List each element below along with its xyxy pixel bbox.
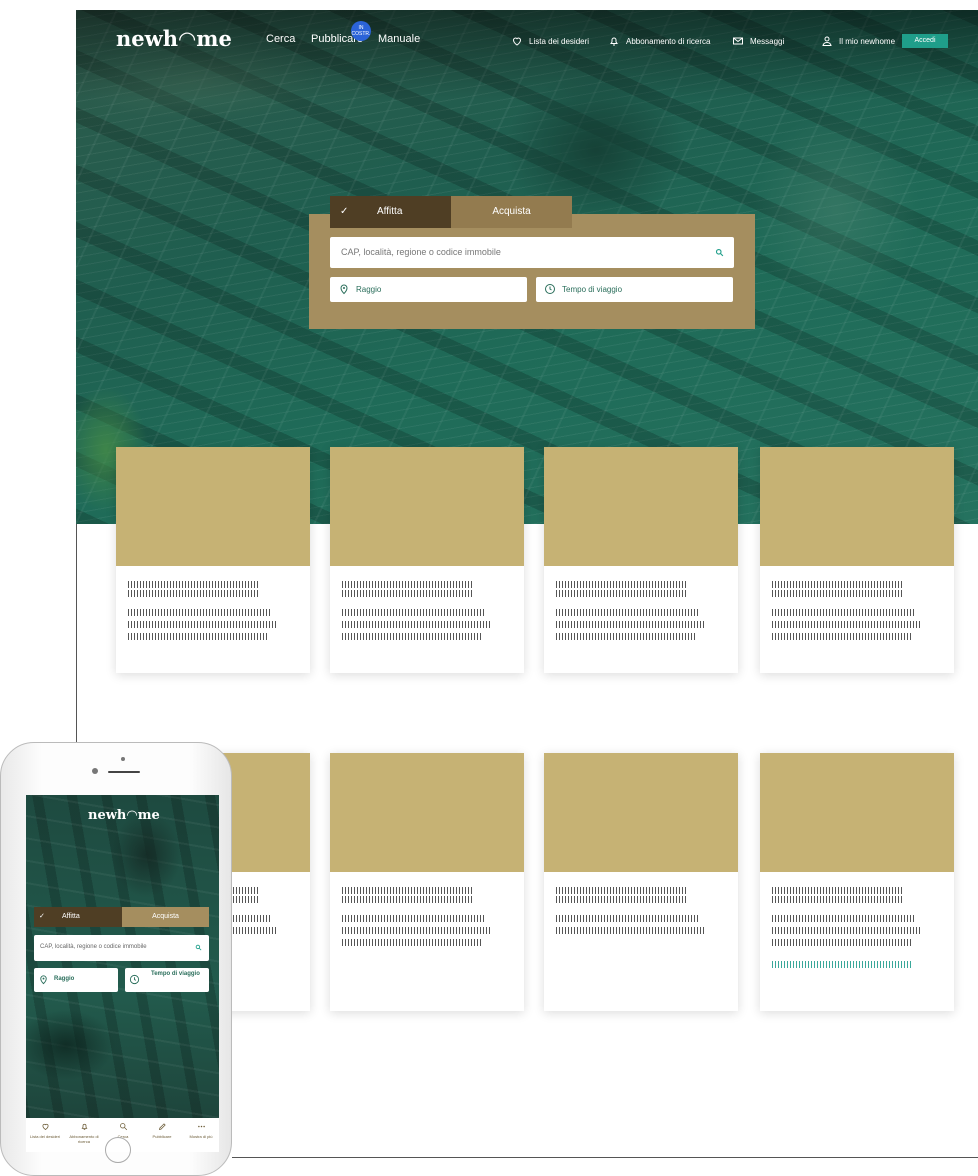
travel-time-label: Tempo di viaggio (562, 285, 623, 294)
card-image (544, 753, 738, 872)
search-icon (119, 1123, 127, 1131)
mobile-screen: newh◠me ✓ Affitta Acquista CAP, località… (26, 795, 219, 1152)
clock-icon (545, 284, 555, 294)
card-image (760, 753, 954, 872)
listing-card[interactable] (544, 447, 738, 673)
search-tabs: ✓ Affitta Acquista (330, 196, 572, 228)
search-input[interactable]: CAP, località, regione o codice immobile (330, 237, 734, 268)
card-image (116, 447, 310, 566)
subscription-label: Abbonamento di ricerca (626, 36, 711, 46)
tabbar-wishlist[interactable]: Lista dei desideri (26, 1122, 64, 1139)
tabbar-wishlist-label: Lista dei desideri (29, 1134, 61, 1139)
check-icon: ✓ (39, 913, 45, 920)
newhome-logo[interactable]: newh◠me (116, 26, 232, 51)
tab-acquista[interactable]: Acquista (451, 196, 572, 228)
tabbar-search[interactable]: Cerca (104, 1122, 142, 1139)
mobile-search-placeholder: CAP, località, regione o codice immobile (40, 944, 147, 950)
listing-card[interactable] (330, 447, 524, 673)
mobile-radius-label: Raggio (54, 976, 75, 982)
tabbar-subscription[interactable]: Abbonamento di ricerca (65, 1122, 103, 1144)
phone-home-button[interactable] (105, 1137, 131, 1163)
tabbar-publish[interactable]: Pubblicare (143, 1122, 181, 1139)
tabbar-publish-label: Pubblicare (152, 1134, 172, 1139)
search-panel (309, 214, 755, 329)
nav-cerca[interactable]: Cerca (266, 33, 295, 45)
mobile-newhome-logo[interactable]: newh◠me (88, 808, 160, 823)
my-account-link[interactable]: Il mio newhome (821, 35, 895, 47)
wishlist-link[interactable]: Lista dei desideri (511, 35, 589, 47)
pencil-icon (158, 1123, 166, 1131)
phone-sensor (121, 757, 125, 761)
card-image (330, 447, 524, 566)
user-icon (822, 36, 832, 46)
search-icon[interactable] (195, 944, 202, 951)
listing-card[interactable] (116, 447, 310, 673)
card-image (544, 447, 738, 566)
tabbar-more-label: Mostra di più (189, 1134, 213, 1139)
phone-camera (92, 768, 98, 774)
phone-mockup: newh◠me ✓ Affitta Acquista CAP, località… (0, 742, 232, 1176)
mail-icon (733, 37, 743, 45)
listing-card[interactable] (544, 753, 738, 1011)
radius-label: Raggio (356, 285, 382, 294)
wishlist-label: Lista dei desideri (529, 36, 590, 46)
listing-card[interactable] (330, 753, 524, 1011)
tabbar-subscription-label: Abbonamento di ricerca (69, 1134, 99, 1144)
phone-speaker (108, 771, 140, 773)
card-image (330, 753, 524, 872)
bell-icon (610, 37, 618, 46)
listing-card[interactable] (760, 447, 954, 673)
login-button[interactable]: Accedi (902, 34, 948, 48)
messages-label: Messaggi (750, 36, 785, 46)
tabbar-more[interactable]: Mostra di più (182, 1122, 219, 1139)
listing-card[interactable] (760, 753, 954, 1011)
heart-icon (512, 37, 522, 46)
heart-icon (41, 1123, 49, 1130)
location-pin-icon (340, 284, 348, 295)
mobile-search-tabs: ✓ Affitta Acquista (34, 907, 209, 927)
more-icon (197, 1125, 205, 1128)
mobile-radius-button[interactable]: Raggio (34, 968, 118, 992)
mobile-travel-time-button[interactable]: Tempo di viaggio (125, 968, 209, 992)
card-image (760, 447, 954, 566)
check-icon: ✓ (340, 206, 349, 217)
travel-time-button[interactable]: Tempo di viaggio (536, 277, 733, 302)
location-pin-icon (40, 975, 47, 985)
clock-icon (129, 974, 140, 985)
mobile-tab-affitta[interactable]: ✓ Affitta (34, 907, 122, 927)
bell-icon (81, 1123, 87, 1130)
mobile-tab-affitta-label: Affitta (62, 913, 80, 920)
nav-manuale[interactable]: Manuale (378, 33, 420, 45)
mobile-travel-time-label: Tempo di viaggio (151, 971, 200, 977)
search-placeholder: CAP, località, regione o codice immobile (341, 247, 501, 257)
construction-badge: IN COSTR. (351, 21, 371, 41)
my-account-label: Il mio newhome (839, 36, 896, 46)
frame-line-bottom (232, 1157, 978, 1158)
mobile-search-input[interactable]: CAP, località, regione o codice immobile (34, 935, 209, 961)
subscription-link[interactable]: Abbonamento di ricerca (608, 35, 711, 47)
radius-button[interactable]: Raggio (330, 277, 527, 302)
search-icon[interactable] (715, 248, 724, 257)
mobile-tab-acquista[interactable]: Acquista (122, 907, 209, 927)
tab-affitta-label: Affitta (377, 206, 403, 217)
tab-affitta[interactable]: ✓ Affitta (330, 196, 451, 228)
messages-link[interactable]: Messaggi (732, 35, 784, 47)
